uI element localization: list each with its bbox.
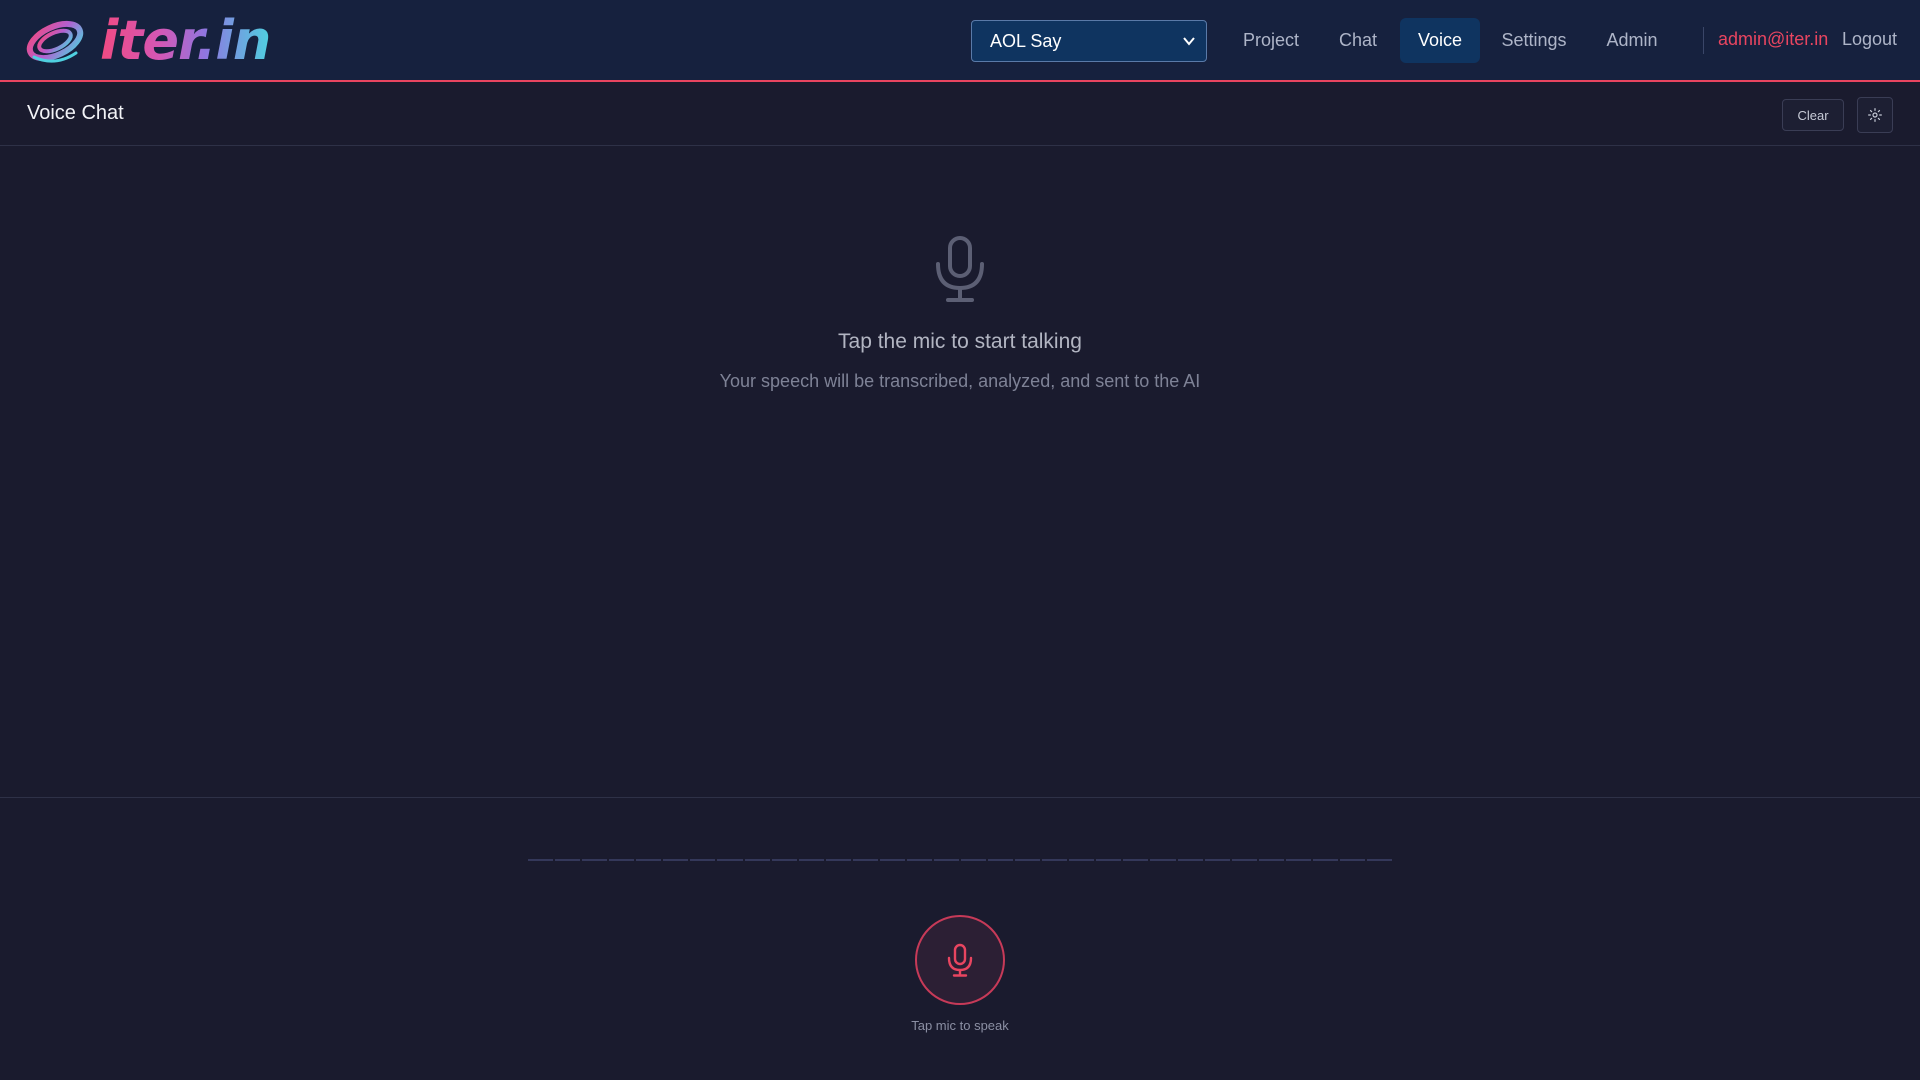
- waveform-bar: [771, 859, 797, 861]
- nav-project[interactable]: Project: [1225, 18, 1317, 63]
- waveform-bar: [1366, 859, 1392, 861]
- waveform-bar: [717, 859, 743, 861]
- logout-link[interactable]: Logout: [1842, 29, 1897, 50]
- nav-divider: [1703, 27, 1704, 54]
- nav-admin[interactable]: Admin: [1592, 18, 1672, 63]
- waveform-bar: [961, 859, 987, 861]
- user-email-link[interactable]: admin@iter.in: [1718, 29, 1828, 50]
- nav-voice[interactable]: Voice: [1400, 18, 1480, 63]
- project-select-value: AOL Say: [990, 30, 1062, 51]
- app-logo[interactable]: iter.in: [24, 9, 271, 72]
- empty-state-title: Tap the mic to start talking: [838, 330, 1082, 353]
- waveform-bar: [1096, 859, 1122, 861]
- waveform-bar: [1042, 859, 1068, 861]
- waveform-bar: [744, 859, 770, 861]
- waveform-bar: [555, 859, 581, 861]
- empty-state-subtitle: Your speech will be transcribed, analyze…: [719, 371, 1201, 391]
- waveform-bar: [528, 859, 554, 861]
- waveform-bar: [906, 859, 932, 861]
- waveform-bar: [879, 859, 905, 861]
- input-panel-divider: [0, 797, 1920, 798]
- page-header: Voice Chat Clear: [0, 84, 1920, 146]
- waveform-bar: [1258, 859, 1284, 861]
- mic-hint-text: Tap mic to speak: [911, 1018, 1009, 1033]
- waveform-bar: [1339, 859, 1365, 861]
- top-navbar: iter.in AOL Say Project Chat Voice Setti…: [0, 0, 1920, 82]
- waveform-bar: [1015, 859, 1041, 861]
- waveform-bar: [609, 859, 635, 861]
- waveform-bar: [582, 859, 608, 861]
- waveform-bar: [852, 859, 878, 861]
- waveform-bar: [933, 859, 959, 861]
- waveform-bar: [988, 859, 1014, 861]
- waveform-bar: [1123, 859, 1149, 861]
- waveform-bar: [1177, 859, 1203, 861]
- clear-button[interactable]: Clear: [1782, 99, 1844, 131]
- microphone-icon: [947, 943, 973, 977]
- waveform-bar: [1204, 859, 1230, 861]
- waveform-bar: [663, 859, 689, 861]
- page-title: Voice Chat: [27, 102, 124, 124]
- chevron-down-icon: [1183, 37, 1195, 46]
- project-select[interactable]: AOL Say: [971, 20, 1207, 62]
- waveform-bar: [1150, 859, 1176, 861]
- voice-settings-button[interactable]: [1857, 97, 1893, 133]
- record-mic-button[interactable]: [915, 915, 1005, 1005]
- logo-text: iter.in: [100, 9, 271, 72]
- waveform-bar: [798, 859, 824, 861]
- waveform-bar: [1312, 859, 1338, 861]
- waveform-bar: [1069, 859, 1095, 861]
- audio-waveform: [528, 859, 1392, 861]
- waveform-bar: [636, 859, 662, 861]
- waveform-bar: [690, 859, 716, 861]
- waveform-bar: [1231, 859, 1257, 861]
- nav-settings[interactable]: Settings: [1490, 18, 1578, 63]
- gear-icon: [1868, 108, 1882, 122]
- waveform-bar: [1285, 859, 1311, 861]
- microphone-icon: [936, 236, 984, 302]
- nav-chat[interactable]: Chat: [1325, 18, 1391, 63]
- logo-swirl-icon: [26, 20, 84, 63]
- waveform-bar: [825, 859, 851, 861]
